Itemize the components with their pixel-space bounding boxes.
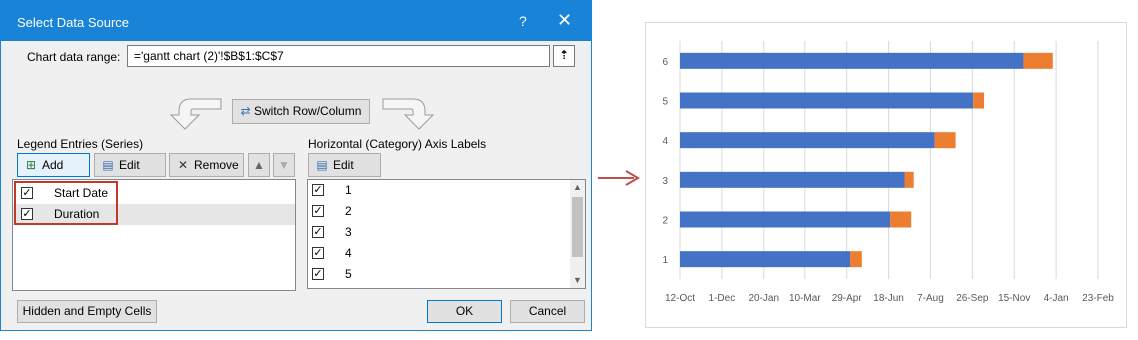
remove-series-button[interactable]: ✕ Remove — [169, 153, 244, 177]
add-series-button[interactable]: ⊞ Add — [17, 153, 90, 177]
list-item[interactable]: ✓ 4 — [308, 243, 570, 264]
triangle-up-icon: ▲ — [253, 158, 265, 172]
bar-start-date — [680, 171, 905, 188]
add-label: Add — [42, 158, 64, 172]
move-up-button[interactable]: ▲ — [248, 153, 270, 177]
cancel-button[interactable]: Cancel — [510, 300, 585, 323]
bar-duration — [934, 132, 956, 149]
list-item[interactable]: ✓ 3 — [308, 222, 570, 243]
x-tick-label: 15-Nov — [998, 293, 1030, 304]
remove-label: Remove — [194, 158, 239, 172]
dialog-title: Select Data Source — [17, 15, 130, 30]
checkbox[interactable]: ✓ — [312, 184, 324, 196]
help-icon[interactable]: ? — [519, 13, 527, 29]
list-item[interactable]: ✓ 1 — [308, 180, 570, 201]
scroll-up-icon[interactable]: ▲ — [570, 180, 585, 195]
right-arrow-icon — [598, 170, 640, 186]
triangle-down-icon: ▼ — [278, 158, 290, 172]
remove-icon: ✕ — [177, 158, 189, 172]
bar-start-date — [680, 132, 935, 149]
x-tick-label: 20-Jan — [748, 293, 779, 304]
edit-label: Edit — [119, 158, 140, 172]
add-icon: ⊞ — [25, 158, 37, 172]
x-tick-label: 18-Jun — [873, 293, 904, 304]
list-item[interactable]: ✓ 2 — [308, 201, 570, 222]
edit-icon: ▤ — [316, 158, 328, 172]
bar-duration — [904, 171, 914, 188]
x-tick-label: 7-Aug — [917, 293, 944, 304]
scroll-thumb[interactable] — [572, 197, 583, 257]
title-bar: Select Data Source ? ✕ — [1, 1, 591, 41]
gantt-chart: 12-Oct 1-Dec 20-Jan 10-Mar 29-Apr 18-Jun 7-Aug… — [645, 22, 1127, 328]
category-list[interactable]: ✓ 1 ✓ 2 ✓ 3 ✓ 4 ✓ 5 ▲ ▼ — [307, 179, 586, 289]
category-label: 5 — [345, 267, 352, 281]
bar-duration — [973, 92, 985, 109]
x-tick-label: 29-Apr — [832, 293, 863, 304]
x-tick-label: 10-Mar — [789, 293, 821, 304]
edit-series-button[interactable]: ▤ Edit — [94, 153, 166, 177]
x-tick-label: 26-Sep — [956, 293, 989, 304]
edit-icon: ▤ — [102, 158, 114, 172]
y-tick-label: 1 — [662, 255, 668, 266]
y-tick-label: 4 — [662, 136, 668, 147]
hidden-empty-cells-button[interactable]: Hidden and Empty Cells — [17, 300, 157, 323]
chart-data-range-input[interactable]: ='gantt chart (2)'!$B$1:$C$7 — [127, 45, 550, 67]
switch-row-column-button[interactable]: ⇄ Switch Row/Column — [232, 99, 370, 124]
select-data-source-dialog: Select Data Source ? ✕ Chart data range:… — [0, 0, 592, 331]
legend-entries-header: Legend Entries (Series) — [17, 137, 144, 151]
edit-axis-labels-button[interactable]: ▤ Edit — [308, 153, 381, 177]
checkbox[interactable]: ✓ — [312, 247, 324, 259]
close-icon[interactable]: ✕ — [557, 10, 572, 31]
category-label: 3 — [345, 225, 352, 239]
ok-button[interactable]: OK — [427, 300, 502, 323]
checkbox[interactable]: ✓ — [312, 205, 324, 217]
y-tick-label: 3 — [662, 176, 668, 187]
highlight-box — [14, 181, 118, 225]
bar-start-date — [680, 92, 974, 109]
y-tick-label: 5 — [662, 97, 668, 108]
chart-data-range-label: Chart data range: — [27, 50, 121, 64]
collapse-range-button[interactable]: ⇡ — [553, 45, 575, 67]
category-label: 1 — [345, 183, 352, 197]
x-tick-label: 23-Feb — [1082, 293, 1114, 304]
x-tick-label: 1-Dec — [709, 293, 736, 304]
bar-start-date — [680, 52, 1024, 69]
bar-start-date — [680, 211, 891, 228]
move-down-button[interactable]: ▼ — [273, 153, 295, 177]
axis-edit-label: Edit — [333, 158, 354, 172]
chart-plot: 12-Oct 1-Dec 20-Jan 10-Mar 29-Apr 18-Jun 7-Aug… — [662, 41, 1114, 304]
switch-icon: ⇄ — [240, 104, 251, 118]
upload-arrow-icon: ⇡ — [558, 48, 570, 62]
checkbox[interactable]: ✓ — [312, 268, 324, 280]
x-tick-label: 12-Oct — [665, 293, 695, 304]
bar-duration — [1023, 52, 1053, 69]
list-item[interactable]: ✓ 5 — [308, 264, 570, 285]
scrollbar[interactable]: ▲ ▼ — [570, 180, 585, 288]
x-tick-label: 4-Jan — [1044, 293, 1069, 304]
scroll-down-icon[interactable]: ▼ — [570, 273, 585, 288]
checkbox[interactable]: ✓ — [312, 226, 324, 238]
bar-duration — [850, 251, 862, 268]
y-tick-label: 6 — [662, 57, 668, 68]
switch-row-column-label: Switch Row/Column — [254, 104, 362, 118]
y-tick-label: 2 — [662, 216, 668, 227]
category-label: 2 — [345, 204, 352, 218]
axis-labels-header: Horizontal (Category) Axis Labels — [308, 137, 487, 151]
category-label: 4 — [345, 246, 352, 260]
bar-start-date — [680, 251, 851, 268]
bar-duration — [890, 211, 912, 228]
